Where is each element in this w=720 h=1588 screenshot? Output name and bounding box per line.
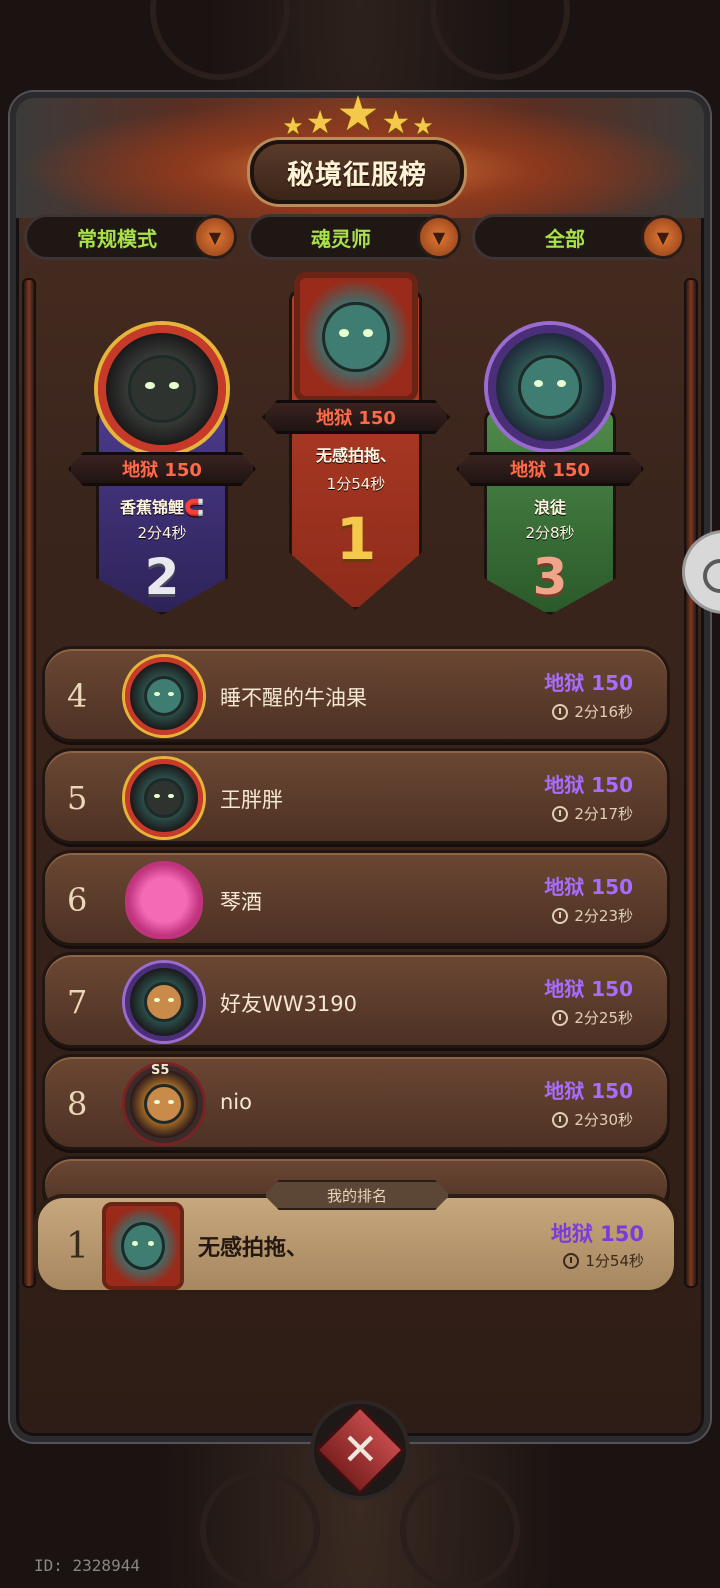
row-rank: 6 bbox=[67, 881, 88, 919]
title-plate: 秘境征服榜 bbox=[250, 140, 464, 204]
character-face-icon bbox=[120, 1222, 166, 1270]
frame-side-left bbox=[22, 278, 36, 1288]
chevron-down-icon: ▼ bbox=[417, 215, 461, 259]
clock-icon bbox=[552, 1009, 569, 1026]
podium-third-time: 2分8秒 bbox=[525, 524, 575, 542]
player-name: 睡不醒的牛油果 bbox=[220, 686, 367, 710]
star-icon: ★ bbox=[305, 103, 335, 141]
my-clear-time: 1分54秒 bbox=[563, 1250, 644, 1271]
frame-side-right bbox=[684, 278, 698, 1288]
list-item[interactable]: 6 琴酒 地狱 150 2分23秒 bbox=[42, 850, 670, 946]
star-icon: ★ bbox=[381, 103, 411, 141]
my-clear-time-value: 1分54秒 bbox=[585, 1252, 644, 1270]
player-name: 好友WW3190 bbox=[220, 992, 357, 1016]
scope-filter-label: 全部 bbox=[545, 226, 585, 251]
my-name: 无感拍拖、 bbox=[198, 1236, 309, 1261]
player-level: 地狱 150 bbox=[544, 977, 633, 1001]
podium-second-avatar[interactable] bbox=[98, 325, 226, 453]
clear-time: 2分16秒 bbox=[552, 701, 633, 722]
star-icon: ★ bbox=[412, 112, 434, 140]
podium-first-avatar[interactable] bbox=[294, 272, 418, 402]
podium-first-rank: 1 bbox=[335, 505, 377, 573]
close-button[interactable]: ✕ bbox=[310, 1400, 410, 1500]
clear-time: 2分30秒 bbox=[552, 1109, 633, 1130]
character-face-icon bbox=[143, 981, 185, 1023]
row-rank: 8 bbox=[67, 1085, 88, 1123]
my-rank-tag: 我的排名 bbox=[264, 1180, 450, 1210]
clear-time-value: 2分23秒 bbox=[574, 907, 633, 925]
podium-third-avatar[interactable] bbox=[488, 325, 612, 449]
character-face-icon bbox=[128, 355, 196, 423]
my-level: 地狱 150 bbox=[550, 1222, 644, 1246]
background-swirl bbox=[200, 1470, 320, 1588]
player-level: 地狱 150 bbox=[544, 773, 633, 797]
season-badge: S5 bbox=[151, 1063, 170, 1078]
podium-second-name: 香蕉锦鲤🧲 bbox=[120, 498, 204, 517]
class-filter-label: 魂灵师 bbox=[311, 226, 371, 251]
clock-icon bbox=[552, 1111, 569, 1128]
podium-first-time: 1分54秒 bbox=[326, 475, 386, 493]
mode-filter-label: 常规模式 bbox=[77, 226, 157, 251]
row-rank: 4 bbox=[67, 677, 88, 715]
clear-time-value: 2分25秒 bbox=[574, 1009, 633, 1027]
close-icon: ✕ bbox=[341, 1424, 379, 1475]
podium-third-rank: 3 bbox=[532, 548, 568, 606]
page-title: 秘境征服榜 bbox=[287, 159, 427, 191]
chevron-down-icon: ▼ bbox=[641, 215, 685, 259]
player-name: nio bbox=[220, 1090, 252, 1114]
player-avatar bbox=[125, 759, 203, 837]
clock-icon bbox=[552, 703, 569, 720]
clear-time-value: 2分16秒 bbox=[574, 703, 633, 721]
star-icon: ★ bbox=[282, 112, 304, 140]
row-rank: 7 bbox=[67, 983, 88, 1021]
podium-third-level: 地狱 150 bbox=[456, 452, 644, 486]
podium-third-name: 浪徒 bbox=[533, 498, 566, 517]
close-button-plate: ✕ bbox=[314, 1404, 406, 1496]
user-id: ID: 2328944 bbox=[34, 1556, 140, 1575]
chevron-down-icon: ▼ bbox=[193, 215, 237, 259]
list-item[interactable]: 5 王胖胖 地狱 150 2分17秒 bbox=[42, 748, 670, 844]
character-face-icon bbox=[143, 777, 185, 819]
character-face-icon bbox=[517, 354, 583, 420]
player-level: 地狱 150 bbox=[544, 1079, 633, 1103]
mode-filter-dropdown[interactable]: 常规模式 ▼ bbox=[24, 214, 237, 260]
star-icon: ★ bbox=[336, 86, 380, 142]
my-avatar bbox=[102, 1202, 184, 1290]
my-rank-number: 1 bbox=[66, 1226, 89, 1267]
player-name: 琴酒 bbox=[220, 890, 262, 914]
list-item[interactable]: 4 睡不醒的牛油果 地狱 150 2分16秒 bbox=[42, 646, 670, 742]
clear-time: 2分17秒 bbox=[552, 803, 633, 824]
character-face-icon bbox=[143, 1083, 185, 1125]
player-avatar bbox=[125, 657, 203, 735]
clock-icon bbox=[552, 907, 569, 924]
clear-time-value: 2分17秒 bbox=[574, 805, 633, 823]
background-swirl bbox=[400, 1470, 520, 1588]
podium-first-level: 地狱 150 bbox=[262, 400, 450, 434]
player-avatar bbox=[125, 861, 203, 939]
podium-second-level: 地狱 150 bbox=[68, 452, 256, 486]
player-avatar bbox=[125, 963, 203, 1041]
clear-time-value: 2分30秒 bbox=[574, 1111, 633, 1129]
character-face-icon bbox=[322, 301, 390, 373]
character-face-icon bbox=[143, 675, 185, 717]
podium-first-name: 无感拍拖、 bbox=[315, 446, 396, 465]
clock-icon bbox=[563, 1252, 580, 1269]
podium-second-time: 2分4秒 bbox=[137, 524, 187, 542]
clear-time: 2分25秒 bbox=[552, 1007, 633, 1028]
podium-second-rank: 2 bbox=[144, 548, 180, 606]
list-item[interactable]: 7 好友WW3190 地狱 150 2分25秒 bbox=[42, 952, 670, 1048]
row-rank: 5 bbox=[67, 779, 88, 817]
clock-icon bbox=[552, 805, 569, 822]
clear-time: 2分23秒 bbox=[552, 905, 633, 926]
star-rating: ★ ★ ★ ★ ★ bbox=[258, 88, 458, 138]
scope-filter-dropdown[interactable]: 全部 ▼ bbox=[472, 214, 685, 260]
player-name: 王胖胖 bbox=[220, 788, 283, 812]
player-level: 地狱 150 bbox=[544, 671, 633, 695]
list-item[interactable]: 8 S5 nio 地狱 150 2分30秒 bbox=[42, 1054, 670, 1150]
player-level: 地狱 150 bbox=[544, 875, 633, 899]
class-filter-dropdown[interactable]: 魂灵师 ▼ bbox=[248, 214, 461, 260]
